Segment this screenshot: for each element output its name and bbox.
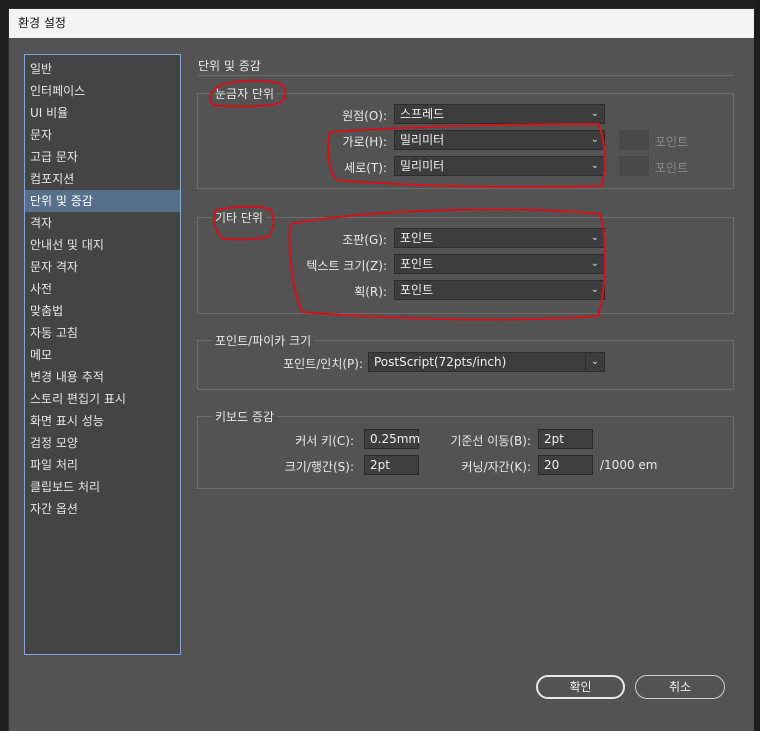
composition-units-select[interactable]: 포인트 ⌄ xyxy=(394,228,605,248)
origin-select[interactable]: 스프레드 ⌄ xyxy=(394,104,605,124)
title-divider xyxy=(198,75,734,76)
kerning-label: 커닝/자간(K): xyxy=(461,460,531,474)
cursor-key-field[interactable]: 0.25mm xyxy=(364,429,420,449)
sidebar-item-spelling[interactable]: 맞춤법 xyxy=(25,300,180,322)
sidebar-item-composition[interactable]: 컴포지션 xyxy=(25,168,180,190)
composition-label: 조판(G): xyxy=(342,233,387,247)
vertical-points-label: 포인트 xyxy=(655,161,689,175)
chevron-down-icon: ⌄ xyxy=(590,284,599,295)
category-list[interactable]: 일반 인터페이스 UI 비율 문자 고급 문자 컴포지션 단위 및 증감 격자 … xyxy=(24,54,181,655)
background-window-edge xyxy=(754,0,760,731)
sidebar-item-track-changes[interactable]: 변경 내용 추적 xyxy=(25,366,180,388)
vertical-points-field xyxy=(619,156,649,176)
sidebar-item-type[interactable]: 문자 xyxy=(25,124,180,146)
sidebar-item-units-increments[interactable]: 단위 및 증감 xyxy=(25,190,180,212)
size-leading-field[interactable]: 2pt xyxy=(364,455,419,475)
baseline-shift-label: 기준선 이동(B): xyxy=(450,434,531,448)
group-title: 기타 단위 xyxy=(212,209,266,226)
origin-value: 스프레드 xyxy=(400,107,445,121)
origin-label: 원점(O): xyxy=(342,109,387,123)
group-title: 눈금자 단위 xyxy=(212,85,278,102)
ok-button[interactable]: 확인 xyxy=(536,675,625,699)
stroke-units-select[interactable]: 포인트 ⌄ xyxy=(394,280,605,300)
sidebar-item-guides-pasteboard[interactable]: 안내선 및 대지 xyxy=(25,234,180,256)
horizontal-units-value: 밀리미터 xyxy=(400,133,445,147)
sidebar-item-advanced-type[interactable]: 고급 문자 xyxy=(25,146,180,168)
sidebar-item-notes[interactable]: 메모 xyxy=(25,344,180,366)
sidebar-item-story-editor[interactable]: 스토리 편집기 표시 xyxy=(25,388,180,410)
vertical-units-select[interactable]: 밀리미터 ⌄ xyxy=(394,156,605,176)
chevron-down-icon: ⌄ xyxy=(590,108,599,119)
points-per-inch-select[interactable]: PostScript(72pts/inch) ⌄ xyxy=(368,352,605,372)
horizontal-points-field xyxy=(619,130,649,150)
pica-size-group: 포인트/파이카 크기 포인트/인치(P): PostScript(72pts/i… xyxy=(197,332,734,390)
dialog-title: 환경 설정 xyxy=(9,9,754,38)
preferences-dialog: 환경 설정 일반 인터페이스 UI 비율 문자 고급 문자 컴포지션 단위 및 … xyxy=(9,9,754,731)
sidebar-item-black-appearance[interactable]: 검정 모양 xyxy=(25,432,180,454)
vertical-units-value: 밀리미터 xyxy=(400,159,445,173)
chevron-down-icon: ⌄ xyxy=(590,134,599,145)
horizontal-units-select[interactable]: 밀리미터 ⌄ xyxy=(394,130,605,150)
chevron-down-icon: ⌄ xyxy=(590,258,599,269)
sidebar-item-ui-scaling[interactable]: UI 비율 xyxy=(25,102,180,124)
horizontal-label: 가로(H): xyxy=(342,135,387,149)
keyboard-increments-group: 키보드 증감 커서 키(C): 0.25mm 기준선 이동(B): 2pt 크기… xyxy=(197,408,734,489)
cancel-button[interactable]: 취소 xyxy=(635,675,725,699)
chevron-down-icon: ⌄ xyxy=(590,232,599,243)
kerning-unit: /1000 em xyxy=(600,458,658,472)
vertical-label: 세로(T): xyxy=(344,161,387,175)
text-size-label: 텍스트 크기(Z): xyxy=(306,259,387,273)
other-units-group: 기타 단위 조판(G): 포인트 ⌄ 텍스트 크기(Z): 포인트 ⌄ 획(R)… xyxy=(197,209,734,314)
horizontal-points-label: 포인트 xyxy=(655,135,689,149)
chevron-down-icon: ⌄ xyxy=(585,353,604,371)
stroke-label: 획(R): xyxy=(354,285,387,299)
sidebar-item-mojikumi[interactable]: 자간 옵션 xyxy=(25,498,180,520)
sidebar-item-clipboard[interactable]: 클립보드 처리 xyxy=(25,476,180,498)
sidebar-item-dictionary[interactable]: 사전 xyxy=(25,278,180,300)
composition-units-value: 포인트 xyxy=(400,231,434,245)
cursor-key-label: 커서 키(C): xyxy=(295,434,354,448)
sidebar-item-frame-grid[interactable]: 문자 격자 xyxy=(25,256,180,278)
stroke-units-value: 포인트 xyxy=(400,283,434,297)
text-size-units-select[interactable]: 포인트 ⌄ xyxy=(394,254,605,274)
chevron-down-icon: ⌄ xyxy=(590,160,599,171)
sidebar-item-grids[interactable]: 격자 xyxy=(25,212,180,234)
sidebar-item-interface[interactable]: 인터페이스 xyxy=(25,80,180,102)
ruler-units-group: 눈금자 단위 원점(O): 스프레드 ⌄ 가로(H): 밀리미터 ⌄ 포인트 세… xyxy=(197,85,734,189)
sidebar-item-file-handling[interactable]: 파일 처리 xyxy=(25,454,180,476)
kerning-field[interactable]: 20 xyxy=(538,455,593,475)
sidebar-item-autocorrect[interactable]: 자동 고침 xyxy=(25,322,180,344)
sidebar-item-display-performance[interactable]: 화면 표시 성능 xyxy=(25,410,180,432)
size-leading-label: 크기/행간(S): xyxy=(284,460,354,474)
group-title: 포인트/파이카 크기 xyxy=(212,332,315,349)
sidebar-item-general[interactable]: 일반 xyxy=(25,58,180,80)
group-title: 키보드 증감 xyxy=(212,408,278,425)
points-per-inch-value: PostScript(72pts/inch) xyxy=(374,355,507,369)
baseline-shift-field[interactable]: 2pt xyxy=(538,429,593,449)
page-title: 단위 및 증감 xyxy=(198,59,261,73)
points-per-inch-label: 포인트/인치(P): xyxy=(283,357,363,371)
text-size-units-value: 포인트 xyxy=(400,257,434,271)
